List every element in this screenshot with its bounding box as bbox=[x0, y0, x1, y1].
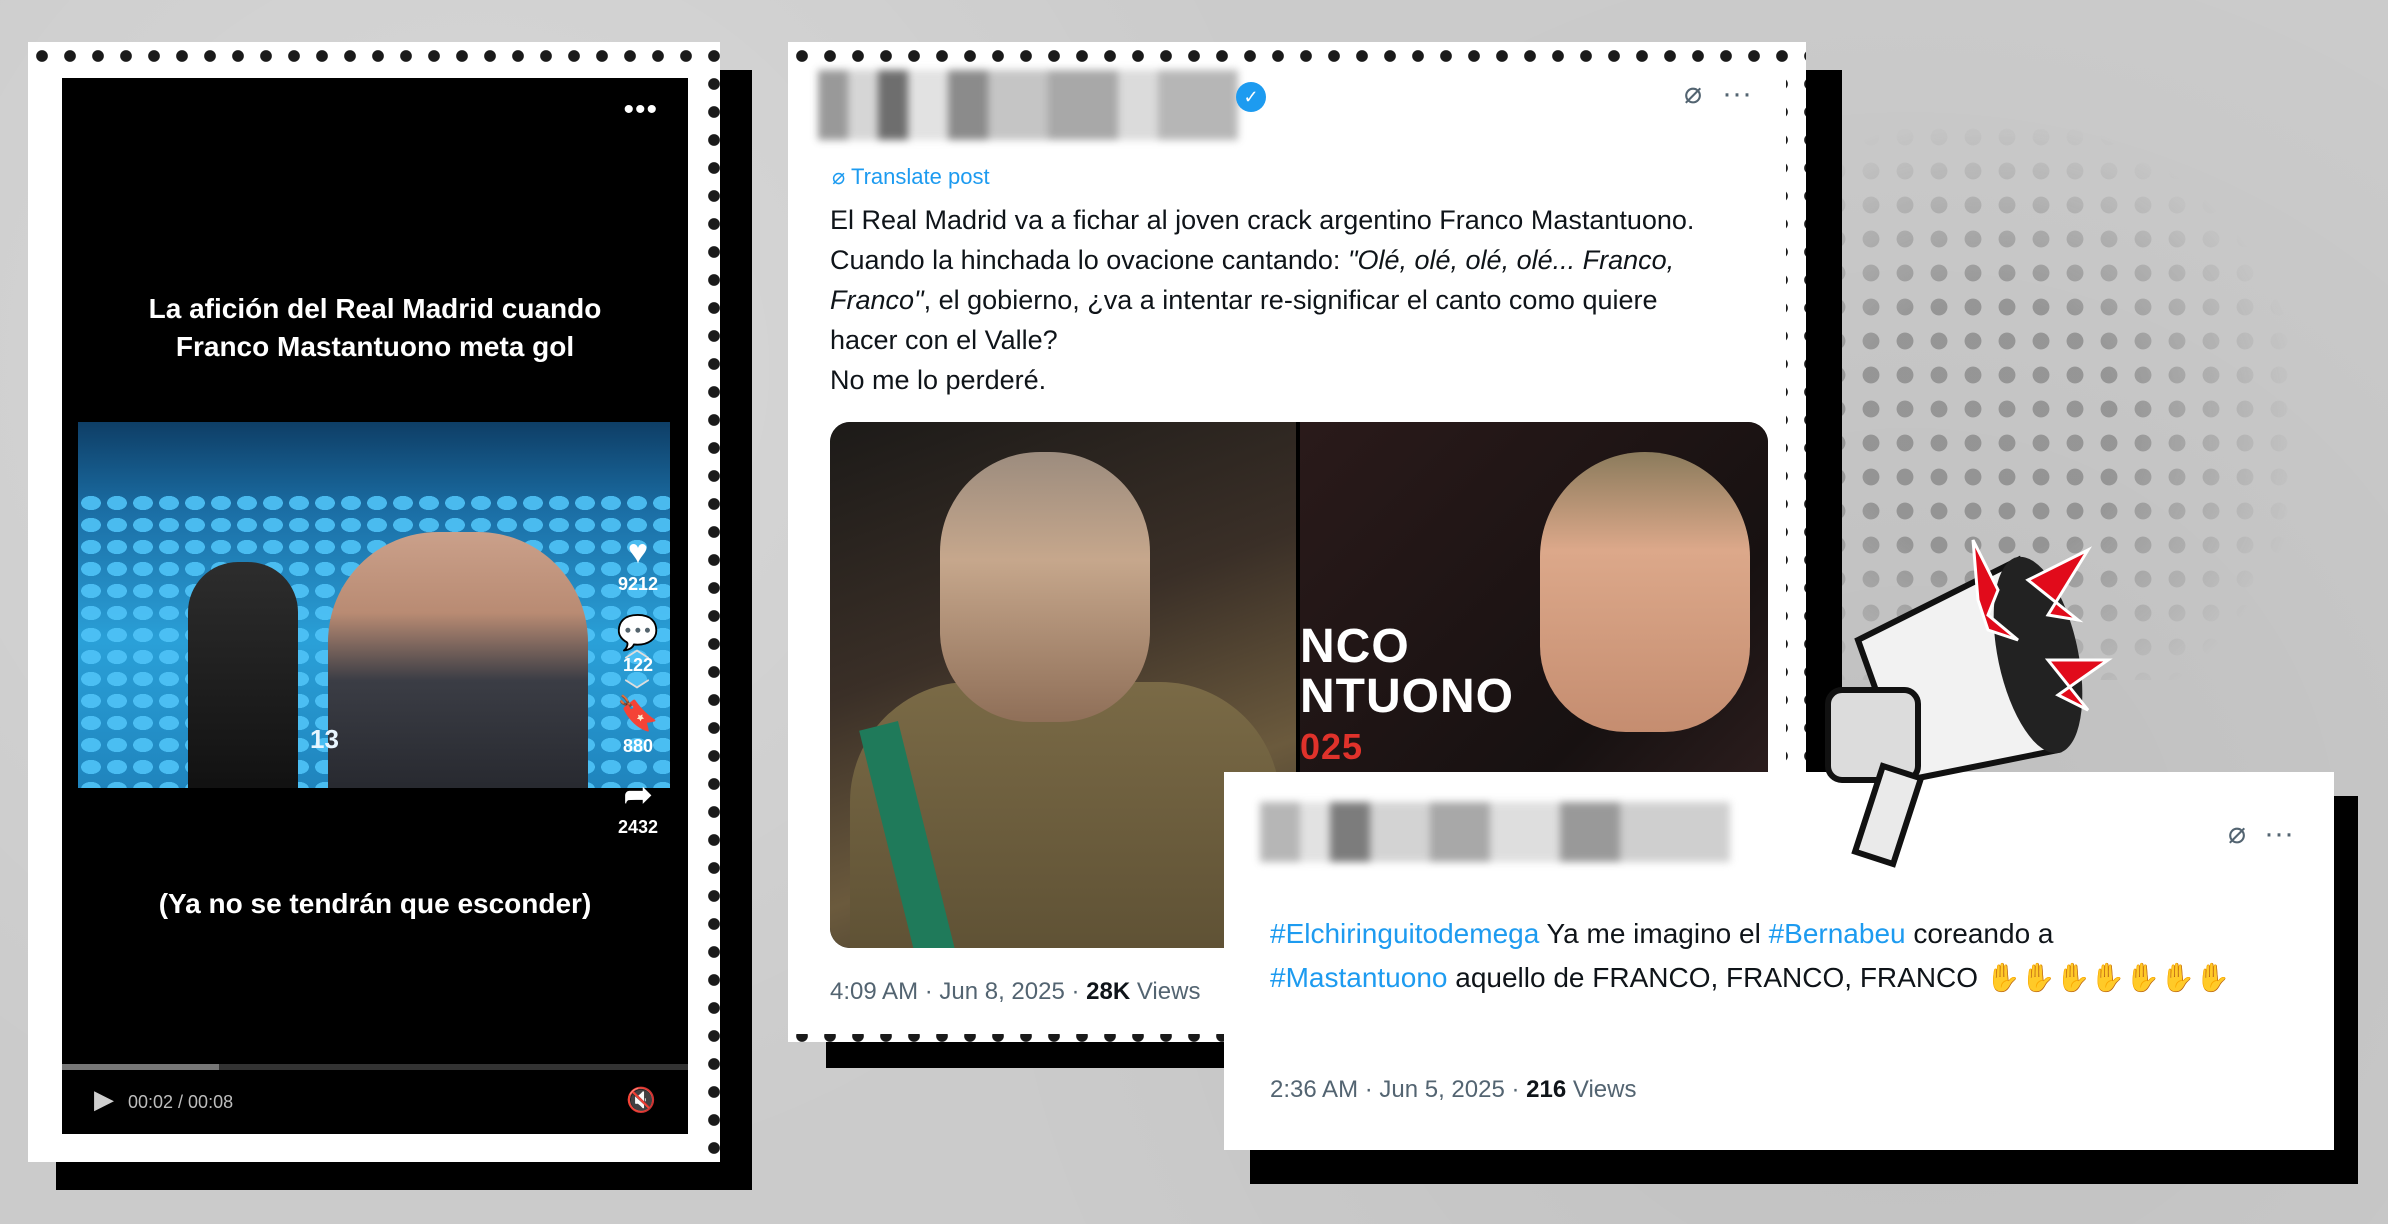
time-readout: 00:02 / 00:08 bbox=[128, 1092, 234, 1112]
hashtag-link[interactable]: #Bernabeu bbox=[1769, 918, 1906, 949]
save-count: 880 bbox=[622, 736, 654, 756]
tweet2-header-icons: ⌀ ··· bbox=[2210, 816, 2294, 851]
portrait-face bbox=[940, 452, 1150, 722]
comment-count: 122 bbox=[622, 655, 654, 675]
player-face bbox=[1540, 452, 1750, 732]
person-shouting bbox=[328, 532, 588, 788]
blurred-author bbox=[1260, 802, 1730, 862]
more-options-icon[interactable]: ··· bbox=[1722, 77, 1752, 110]
megaphone-icon bbox=[1825, 539, 2113, 868]
video-clip[interactable]: 13 bbox=[78, 422, 670, 788]
bookmark-icon[interactable]: 🔖 bbox=[606, 694, 670, 734]
comment-action[interactable]: 💬 122 bbox=[606, 613, 670, 676]
seat-number: 13 bbox=[310, 724, 339, 754]
share-action[interactable]: ➦ 2432 bbox=[606, 775, 670, 838]
grok-icon[interactable]: ⌀ bbox=[2228, 817, 2246, 850]
more-options-icon[interactable]: ··· bbox=[2264, 817, 2294, 850]
more-options-icon[interactable]: ••• bbox=[623, 95, 658, 125]
tweet1-text: El Real Madrid va a fichar al joven crac… bbox=[830, 205, 1695, 395]
video-subtitle: (Ya no se tendrán que esconder) bbox=[158, 888, 592, 919]
save-action[interactable]: 🔖 880 bbox=[606, 694, 670, 757]
like-action[interactable]: ♥ 9212 bbox=[606, 532, 670, 595]
hashtag-link[interactable]: #Elchiringuitodemega bbox=[1270, 918, 1539, 949]
mute-icon[interactable]: 🔇 bbox=[626, 1086, 656, 1115]
like-count: 9212 bbox=[617, 574, 659, 594]
grok-icon[interactable]: ⌀ bbox=[1684, 77, 1702, 110]
action-rail: ♥ 9212 💬 122 🔖 880 ➦ 2432 bbox=[606, 532, 670, 856]
tweet2-card: ⌀ ··· #Elchiringuitodemega Ya me imagino … bbox=[1224, 772, 2334, 1150]
share-count: 2432 bbox=[617, 817, 659, 837]
tiktok-video-player[interactable]: ••• La afición del Real Madrid cuando Fr… bbox=[62, 78, 688, 1134]
hashtag-link[interactable]: #Mastantuono bbox=[1270, 962, 1447, 993]
tweet1-meta: 4:09 AM · Jun 8, 2025 · 28K Views bbox=[830, 978, 1201, 1005]
player-controls: ▶ 00:02 / 00:08 🔇 bbox=[84, 1082, 666, 1122]
raised-hand-emoji: ✋✋✋✋✋✋✋ bbox=[1985, 962, 2230, 993]
comment-icon[interactable]: 💬 bbox=[606, 613, 670, 653]
progress-fill bbox=[62, 1064, 219, 1070]
progress-bar[interactable] bbox=[62, 1064, 688, 1070]
media-overlay-text: NCO NTUONO 025 bbox=[1300, 620, 1514, 768]
play-icon[interactable]: ▶ bbox=[94, 1084, 114, 1115]
translate-link[interactable]: ⌀ Translate post bbox=[832, 164, 990, 190]
verified-badge-icon: ✓ bbox=[1236, 82, 1266, 112]
person-left bbox=[188, 562, 298, 788]
video-caption: La afición del Real Madrid cuando Franco… bbox=[148, 293, 602, 362]
heart-icon[interactable]: ♥ bbox=[606, 532, 670, 572]
tweet2-meta: 2:36 AM · Jun 5, 2025 · 216 Views bbox=[1270, 1076, 1637, 1103]
blurred-author bbox=[818, 70, 1238, 140]
tweet2-text: #Elchiringuitodemega Ya me imagino el #B… bbox=[1270, 918, 2230, 993]
share-icon[interactable]: ➦ bbox=[606, 775, 670, 815]
translate-icon: ⌀ bbox=[832, 164, 851, 189]
tweet1-header-icons: ⌀ ··· bbox=[1664, 76, 1752, 111]
